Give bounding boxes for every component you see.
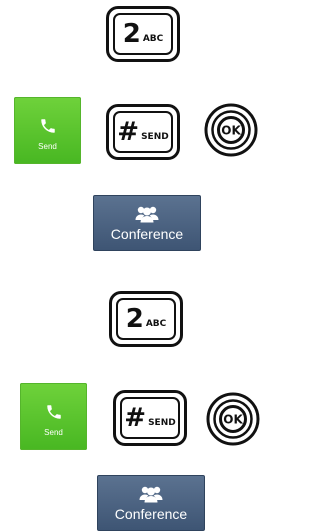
key-digit: 2 xyxy=(122,19,141,49)
key-symbol: # xyxy=(117,117,140,147)
conference-label: Conference xyxy=(110,226,184,242)
key-label: SEND xyxy=(148,417,176,428)
key-2-abc[interactable]: 2 ABC xyxy=(109,291,183,347)
send-label: Send xyxy=(44,428,63,437)
people-icon xyxy=(139,486,163,503)
key-digit: 2 xyxy=(125,304,144,334)
key-letters: ABC xyxy=(145,318,167,329)
conference-button[interactable]: Conference xyxy=(93,195,201,251)
ok-label: OK xyxy=(221,124,241,138)
ok-button[interactable]: OK xyxy=(206,392,260,446)
conference-button[interactable]: Conference xyxy=(97,475,205,531)
key-hash-send[interactable]: # SEND xyxy=(106,104,180,160)
key-label: SEND xyxy=(141,131,169,142)
conference-label: Conference xyxy=(114,506,188,522)
key-letters: ABC xyxy=(142,33,164,44)
send-label: Send xyxy=(38,142,57,151)
phone-icon xyxy=(46,405,61,419)
ok-button[interactable]: OK xyxy=(204,103,258,157)
send-button[interactable]: Send xyxy=(20,383,87,450)
key-hash-send[interactable]: # SEND xyxy=(113,390,187,446)
key-symbol: # xyxy=(124,403,147,433)
people-icon xyxy=(135,206,159,223)
key-2-abc[interactable]: 2 ABC xyxy=(106,6,180,62)
send-button[interactable]: Send xyxy=(14,97,81,164)
phone-icon xyxy=(40,119,55,133)
ok-label: OK xyxy=(223,413,243,427)
